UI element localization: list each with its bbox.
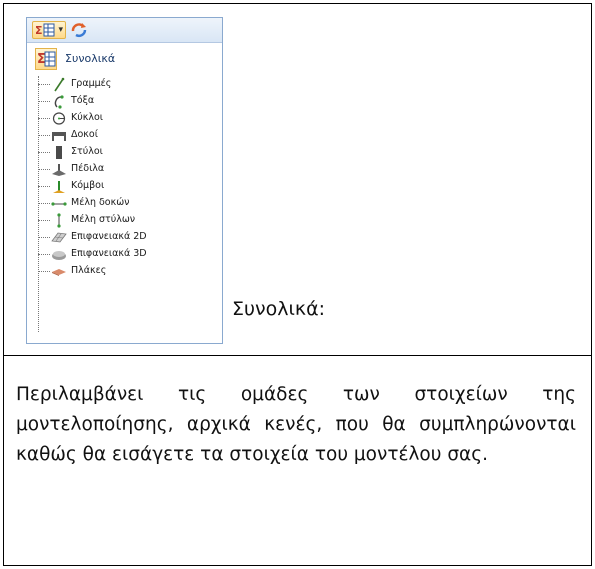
sigma-table-icon: Σ [35,23,55,37]
surface-3d-icon [52,251,66,260]
tree-item-beam-members[interactable]: Μέλη δοκών [38,195,218,212]
tree-item-footings[interactable]: Πέδιλα [38,161,218,178]
description-text: Περιλαμβάνει τις ομάδες των στοιχείων τη… [16,384,576,465]
tree-item-nodes[interactable]: Κόμβοι [38,178,218,195]
panel-header[interactable]: Σ Συνολικά [27,46,222,74]
sigma-table-icon: Σ [35,48,57,70]
tree-item-columns[interactable]: Στύλοι [38,144,218,161]
column-icon [56,146,62,159]
arc-icon [54,95,64,109]
refresh-button[interactable] [69,21,89,39]
section-label: Συνολικά: [232,298,326,320]
column-member-icon [57,213,61,228]
tree-item-column-members[interactable]: Μέλη στύλων [38,212,218,229]
tree-item-circles[interactable]: Κύκλοι [38,110,218,127]
slab-icon [52,269,66,276]
footing-icon [52,164,66,176]
row-divider [4,355,591,356]
panel-toolbar: Σ ▾ [27,18,222,43]
tree-item-lines[interactable]: Γραμμές [38,76,218,93]
tree-item-arcs[interactable]: Τόξα [38,93,218,110]
chevron-down-icon: ▾ [58,25,63,35]
tree-item-surface-3d[interactable]: Επιφανειακά 3D [38,246,218,263]
tree-item-slabs[interactable]: Πλάκες [38,263,218,280]
beam-icon [52,132,66,141]
beam-member-icon [51,202,67,206]
line-icon [54,77,65,92]
tree-item-surface-2d[interactable]: Επιφανειακά 2D [38,229,218,246]
circle-icon [52,112,66,125]
tree-item-beams[interactable]: Δοκοί [38,127,218,144]
node-icon [53,181,65,193]
surface-2d-icon [51,232,67,243]
panel-title: Συνολικά [65,52,116,65]
totals-panel: Σ ▾ Σ Συνολικά Γραμμές Τόξα Κύκλοι Δοκοί… [26,17,223,344]
refresh-icon [71,23,87,38]
svg-text:Σ: Σ [35,24,43,37]
sigma-dropdown-button[interactable]: Σ ▾ [32,21,66,39]
